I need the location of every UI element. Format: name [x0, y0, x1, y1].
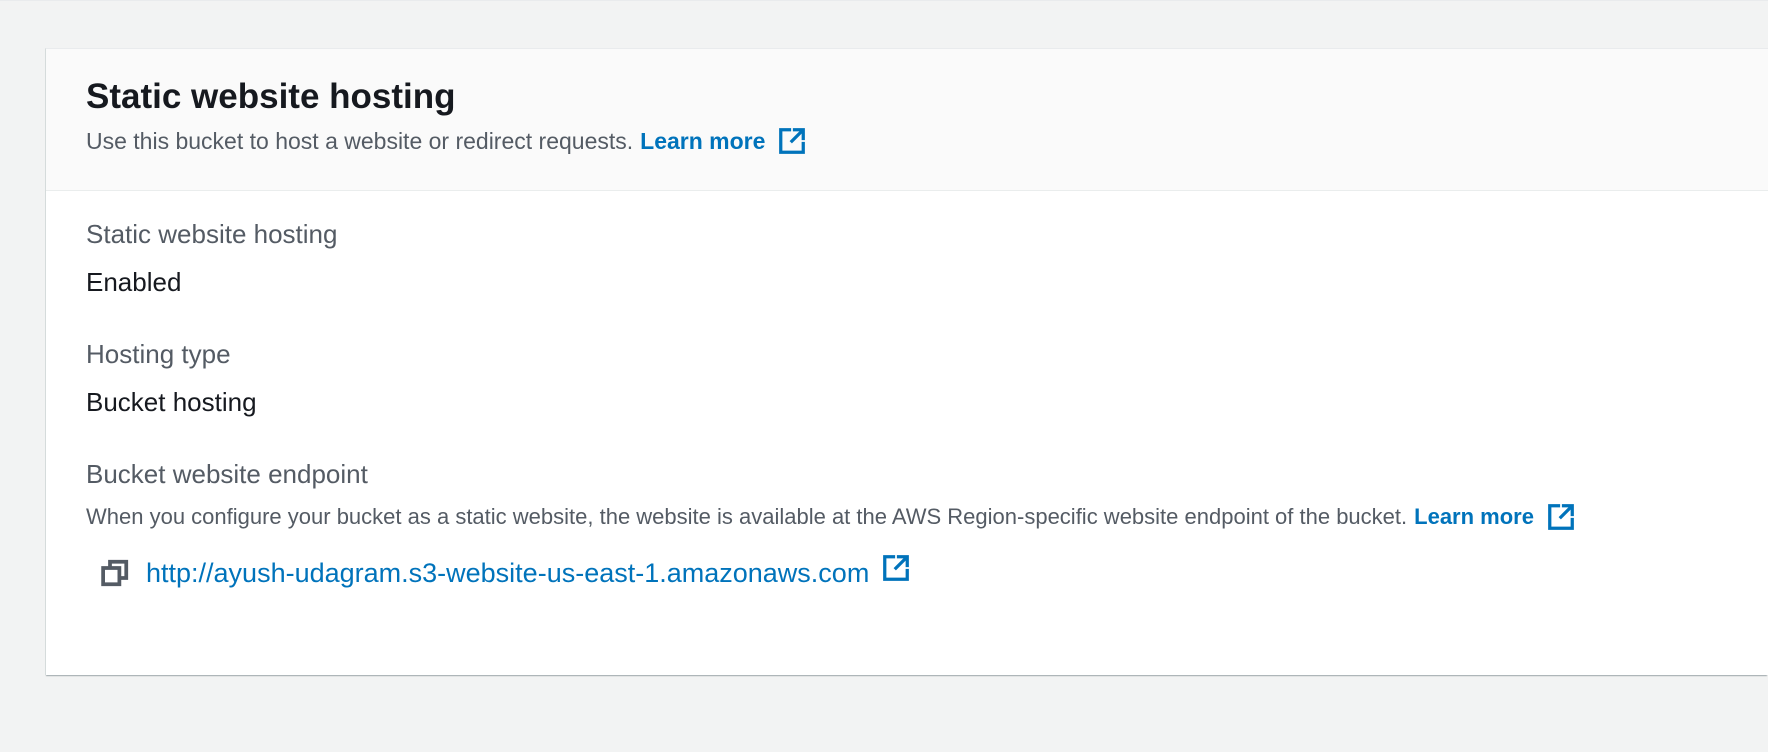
endpoint-url-link[interactable]: http://ayush-udagram.s3-website-us-east-…: [146, 555, 869, 591]
hosting-status-label: Static website hosting: [86, 219, 338, 249]
external-link-icon[interactable]: [881, 553, 911, 583]
learn-more-link[interactable]: Learn more: [640, 125, 765, 157]
endpoint-description-text: When you configure your bucket as a stat…: [86, 504, 1408, 529]
panel-body: Static website hosting Enabled Hosting t…: [46, 191, 1768, 591]
hosting-status-field: Static website hosting Enabled: [86, 217, 1768, 299]
hosting-type-field: Hosting type Bucket hosting: [86, 337, 1768, 419]
hosting-status-value: Enabled: [86, 267, 182, 297]
endpoint-field: Bucket website endpoint When you configu…: [86, 457, 1768, 591]
copy-icon[interactable]: [100, 558, 130, 588]
endpoint-row: http://ayush-udagram.s3-website-us-east-…: [100, 555, 1768, 591]
endpoint-description: When you configure your bucket as a stat…: [86, 501, 1768, 533]
endpoint-label: Bucket website endpoint: [86, 459, 368, 489]
hosting-type-label: Hosting type: [86, 339, 231, 369]
panel-header: Static website hosting Use this bucket t…: [46, 49, 1768, 191]
external-link-icon[interactable]: [1546, 502, 1576, 532]
panel-description: Use this bucket to host a website or red…: [86, 125, 1768, 157]
hosting-type-value: Bucket hosting: [86, 387, 257, 417]
static-website-hosting-panel: Static website hosting Use this bucket t…: [45, 48, 1768, 675]
endpoint-learn-more-link[interactable]: Learn more: [1414, 501, 1534, 533]
external-link-icon[interactable]: [777, 126, 807, 156]
panel-title: Static website hosting: [86, 77, 456, 116]
panel-description-text: Use this bucket to host a website or red…: [86, 128, 634, 154]
top-divider: [0, 0, 1768, 1]
